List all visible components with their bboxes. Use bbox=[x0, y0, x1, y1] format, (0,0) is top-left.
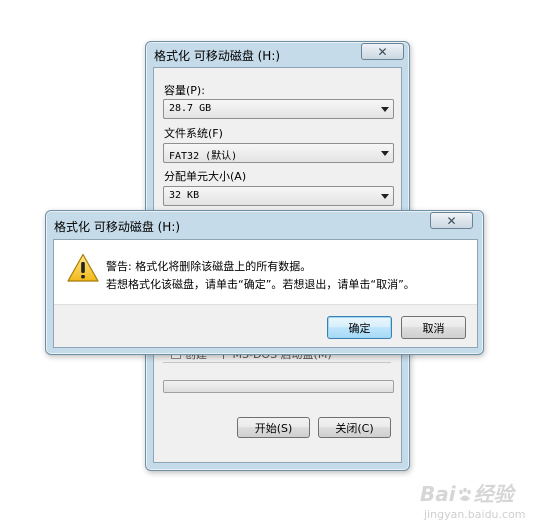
format-progress-bar bbox=[163, 380, 394, 393]
baidu-jingyan-watermark: Bai 经验 jingyan.baidu.com bbox=[420, 478, 542, 526]
warning-dialog-body: 警告: 格式化将删除该磁盘上的所有数据。 若想格式化该磁盘，请单击“确定”。若想… bbox=[53, 239, 478, 348]
capacity-label: 容量(P): bbox=[164, 84, 205, 97]
warning-icon bbox=[67, 253, 99, 282]
capacity-select[interactable]: 28.7 GB bbox=[163, 99, 394, 119]
cancel-button[interactable]: 取消 bbox=[401, 316, 466, 339]
chevron-down-icon bbox=[381, 151, 389, 156]
watermark-logo: Bai 经验 bbox=[420, 478, 514, 507]
format-dialog-close-button[interactable]: ✕ bbox=[361, 43, 404, 60]
filesystem-label: 文件系统(F) bbox=[164, 127, 223, 140]
warning-dialog-window: 格式化 可移动磁盘 (H:) ✕ 警告: 格式化将删除该磁盘上的所有数据。 若想… bbox=[45, 210, 484, 355]
warning-message-line-2: 若想格式化该磁盘，请单击“确定”。若想退出，请单击“取消”。 bbox=[106, 278, 415, 291]
format-dialog-title: 格式化 可移动磁盘 (H:) bbox=[154, 49, 281, 63]
warning-message-line-1: 警告: 格式化将删除该磁盘上的所有数据。 bbox=[106, 260, 312, 273]
close-icon: ✕ bbox=[446, 213, 457, 228]
watermark-brand-left: Bai bbox=[420, 482, 456, 506]
group-separator bbox=[163, 362, 391, 363]
allocation-select[interactable]: 32 KB bbox=[163, 186, 394, 206]
warning-dialog-title: 格式化 可移动磁盘 (H:) bbox=[54, 220, 181, 234]
filesystem-select[interactable]: FAT32 (默认) bbox=[163, 143, 394, 163]
watermark-url: jingyan.baidu.com bbox=[424, 508, 526, 521]
allocation-value: 32 KB bbox=[169, 190, 200, 201]
close-icon: ✕ bbox=[377, 44, 388, 59]
warning-dialog-close-button[interactable]: ✕ bbox=[430, 212, 473, 229]
allocation-label: 分配单元大小(A) bbox=[164, 170, 247, 183]
close-button[interactable]: 关闭(C) bbox=[318, 417, 391, 438]
filesystem-value: FAT32 (默认) bbox=[169, 151, 238, 162]
paw-icon bbox=[458, 487, 471, 501]
ok-button[interactable]: 确定 bbox=[327, 316, 392, 339]
chevron-down-icon bbox=[381, 107, 389, 112]
start-button[interactable]: 开始(S) bbox=[237, 417, 310, 438]
watermark-brand-right: 经验 bbox=[473, 482, 514, 506]
capacity-value: 28.7 GB bbox=[169, 103, 212, 114]
chevron-down-icon bbox=[381, 194, 389, 199]
warning-dialog-footer: 确定 取消 bbox=[54, 304, 477, 347]
